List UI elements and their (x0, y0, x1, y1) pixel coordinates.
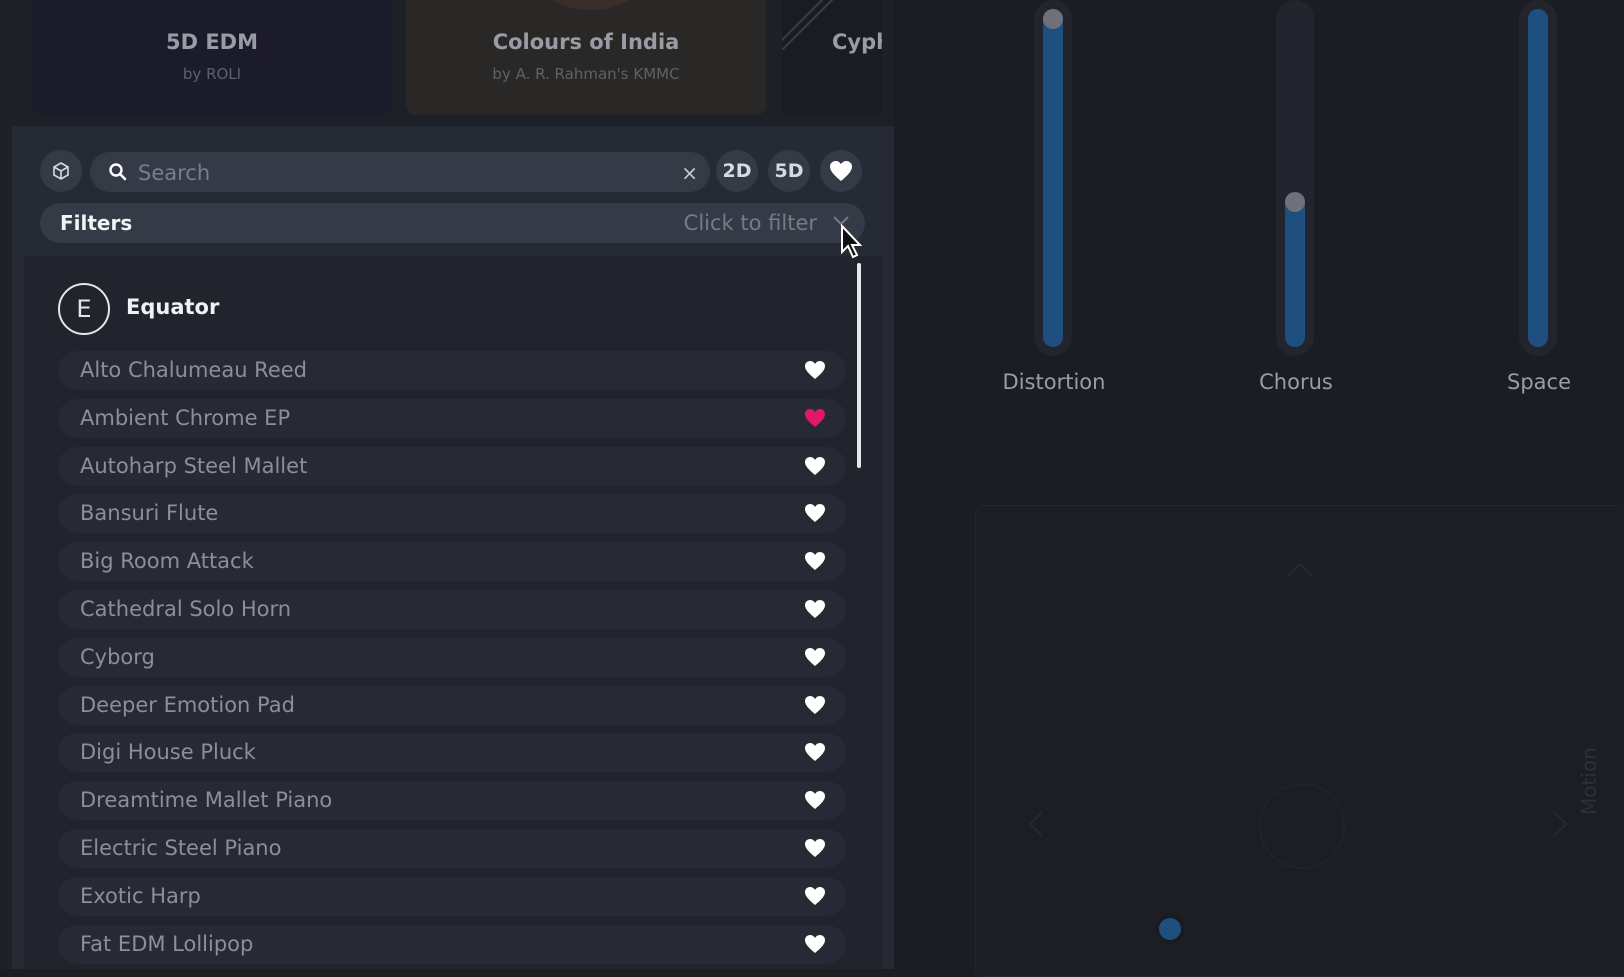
favorite-heart-icon[interactable] (804, 408, 826, 428)
space-slider-fill (1528, 9, 1548, 347)
chorus-label: Chorus (1259, 370, 1333, 394)
preset-name: Exotic Harp (80, 883, 201, 908)
filter-5d-button[interactable]: 5D (768, 150, 810, 192)
preset-row[interactable]: Dreamtime Mallet Piano (58, 781, 846, 821)
preset-name: Cathedral Solo Horn (80, 597, 292, 621)
preset-name: Dreamtime Mallet Piano (80, 788, 333, 813)
preset-row[interactable]: Digi House Pluck (58, 733, 846, 773)
distortion-slider-knob[interactable] (1043, 9, 1063, 29)
pack-title: Cyph (832, 30, 882, 54)
heart-icon (830, 161, 852, 181)
pack-card-cyph[interactable]: Cyph (782, 0, 882, 115)
list-scrollbar[interactable] (857, 263, 861, 468)
pad-puck-ring (1155, 914, 1185, 944)
chevron-up-icon (1287, 562, 1313, 577)
favorite-heart-icon[interactable] (804, 647, 826, 667)
motion-label: Motion (1577, 747, 1601, 815)
favorite-heart-icon[interactable] (804, 886, 826, 906)
preset-name: Deeper Emotion Pad (80, 692, 295, 717)
filters-dropdown[interactable]: Filters Click to filter (40, 203, 865, 243)
filter-2d-button[interactable]: 2D (716, 150, 758, 192)
cube-button[interactable] (40, 150, 82, 192)
distortion-label: Distortion (1002, 370, 1106, 394)
favorites-filter-button[interactable] (820, 150, 862, 192)
pack-subtitle: by ROLI (182, 65, 242, 83)
filters-hint: Click to filter (683, 211, 817, 235)
chevron-left-icon (1028, 811, 1043, 837)
preset-name: Electric Steel Piano (80, 836, 282, 860)
preset-row[interactable]: Electric Steel Piano (58, 829, 846, 868)
favorite-heart-icon[interactable] (804, 838, 826, 858)
preset-name: Alto Chalumeau Reed (80, 358, 307, 382)
search-field: × (90, 152, 710, 194)
filters-label: Filters (60, 211, 133, 235)
preset-row[interactable]: Exotic Harp (58, 876, 846, 916)
favorite-heart-icon[interactable] (804, 551, 826, 571)
preset-row[interactable]: Fat EDM Lollipop (58, 924, 846, 964)
preset-row[interactable]: Cathedral Solo Horn (58, 590, 846, 629)
preset-row[interactable]: Big Room Attack (58, 542, 846, 582)
favorite-heart-icon[interactable] (804, 790, 826, 810)
preset-name: Fat EDM Lollipop (80, 931, 254, 956)
favorite-heart-icon[interactable] (804, 456, 826, 476)
mouse-cursor-icon (841, 224, 863, 259)
preset-name: Big Room Attack (80, 549, 254, 574)
browser-panel: 5D EDM by ROLI Colours of India by A. R.… (0, 0, 894, 969)
pack-title: Colours of India (492, 30, 680, 54)
favorite-heart-icon[interactable] (804, 360, 826, 380)
preset-row[interactable]: Cyborg (58, 637, 846, 677)
favorite-heart-icon[interactable] (804, 934, 826, 954)
pack-artwork (536, 0, 646, 10)
space-label: Space (1507, 370, 1571, 394)
chorus-slider[interactable] (1276, 0, 1314, 356)
distortion-slider[interactable] (1034, 0, 1072, 356)
preset-name: Digi House Pluck (80, 740, 256, 765)
favorite-heart-icon[interactable] (804, 599, 826, 619)
pack-card-colours-of-india[interactable]: Colours of India by A. R. Rahman's KMMC (406, 0, 766, 115)
space-slider[interactable] (1519, 0, 1557, 356)
preset-name: Cyborg (80, 644, 155, 669)
group-avatar: E (58, 283, 110, 335)
pack-subtitle: by A. R. Rahman's KMMC (492, 65, 680, 83)
favorite-heart-icon[interactable] (804, 695, 826, 715)
preset-row[interactable]: Autoharp Steel Mallet (58, 446, 846, 486)
search-icon (109, 163, 127, 181)
pack-card-5d-edm[interactable]: 5D EDM by ROLI (32, 0, 392, 115)
pack-title: 5D EDM (165, 30, 259, 54)
clear-search-icon[interactable]: × (681, 161, 698, 185)
favorite-heart-icon[interactable] (804, 503, 826, 523)
chorus-slider-knob[interactable] (1285, 192, 1305, 212)
preset-row[interactable]: Alto Chalumeau Reed (58, 351, 846, 390)
preset-row[interactable]: Ambient Chrome EP (58, 398, 846, 438)
motion-xy-pad[interactable] (975, 505, 1624, 977)
preset-name: Bansuri Flute (80, 501, 219, 526)
pad-guides (1028, 562, 1568, 869)
preset-name: Autoharp Steel Mallet (80, 453, 308, 478)
chorus-slider-fill (1285, 192, 1305, 347)
preset-row[interactable]: Bansuri Flute (58, 494, 846, 534)
cube-icon (53, 162, 69, 180)
pack-carousel: 5D EDM by ROLI Colours of India by A. R.… (0, 0, 894, 126)
group-title: Equator (126, 295, 220, 319)
distortion-slider-fill (1043, 9, 1063, 347)
chevron-right-icon (1553, 811, 1568, 837)
search-input[interactable] (136, 152, 660, 194)
preset-name: Ambient Chrome EP (80, 405, 291, 430)
preset-row[interactable]: Deeper Emotion Pad (58, 685, 846, 725)
favorite-heart-icon[interactable] (804, 742, 826, 762)
pad-puck[interactable] (1159, 918, 1181, 940)
